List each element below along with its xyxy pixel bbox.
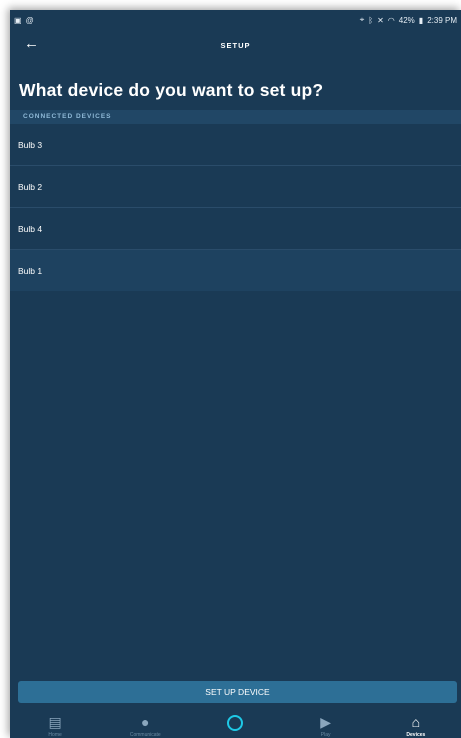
nav-devices[interactable]: ⌂ Devices — [371, 714, 461, 738]
set-up-device-button[interactable]: SET UP DEVICE — [18, 681, 457, 703]
bottom-nav: ▤ Home ● Communicate ▶ Play ⌂ Devices — [10, 714, 461, 738]
page-heading: What device do you want to set up? — [19, 80, 324, 100]
home-icon: ▤ — [48, 714, 62, 730]
clock: 2:39 PM — [427, 15, 457, 25]
play-icon: ▶ — [320, 714, 332, 730]
devices-icon: ⌂ — [411, 714, 421, 730]
app-window: ▣ @ ⌖ ᛒ ✕ ◠ 42% ▮ 2:39 PM ← SETUP What d… — [10, 10, 461, 738]
bluetooth-icon: ᛒ — [368, 15, 374, 25]
nav-label: Devices — [406, 732, 426, 738]
device-name: Bulb 2 — [18, 181, 43, 192]
device-row-bulb-1[interactable]: Bulb 1 — [10, 250, 461, 291]
status-bar: ▣ @ ⌖ ᛒ ✕ ◠ 42% ▮ 2:39 PM — [10, 10, 461, 30]
status-left: ▣ @ — [14, 16, 34, 25]
battery-icon: ▮ — [418, 15, 424, 25]
chat-bubble-icon: ● — [141, 714, 150, 730]
image-icon: ▣ — [14, 15, 22, 25]
battery-percent: 42% — [398, 15, 415, 25]
nav-home[interactable]: ▤ Home — [10, 714, 100, 738]
nav-label: Play — [320, 732, 331, 738]
location-icon: ⌖ — [359, 15, 365, 24]
at-icon: @ — [25, 15, 34, 25]
device-row-bulb-4[interactable]: Bulb 4 — [10, 208, 461, 250]
status-right: ⌖ ᛒ ✕ ◠ 42% ▮ 2:39 PM — [360, 15, 457, 25]
app-bar: ← SETUP — [10, 30, 461, 60]
alexa-icon — [227, 715, 244, 731]
nav-communicate[interactable]: ● Communicate — [100, 714, 190, 738]
nav-label: Home — [48, 732, 62, 738]
section-header-connected-devices: CONNECTED DEVICES — [10, 110, 461, 124]
nav-alexa[interactable] — [190, 714, 280, 731]
page-title: SETUP — [220, 40, 251, 50]
nav-play[interactable]: ▶ Play — [281, 714, 371, 738]
device-row-bulb-2[interactable]: Bulb 2 — [10, 166, 461, 208]
device-name: Bulb 4 — [18, 223, 43, 234]
back-arrow-icon[interactable]: ← — [24, 35, 39, 52]
device-name: Bulb 1 — [18, 265, 43, 276]
device-name: Bulb 3 — [18, 139, 43, 150]
nav-label: Communicate — [129, 732, 161, 738]
wifi-icon: ◠ — [387, 15, 395, 25]
mute-icon: ✕ — [377, 15, 384, 25]
device-list: Bulb 3 Bulb 2 Bulb 4 Bulb 1 — [10, 124, 461, 291]
device-row-bulb-3[interactable]: Bulb 3 — [10, 124, 461, 166]
